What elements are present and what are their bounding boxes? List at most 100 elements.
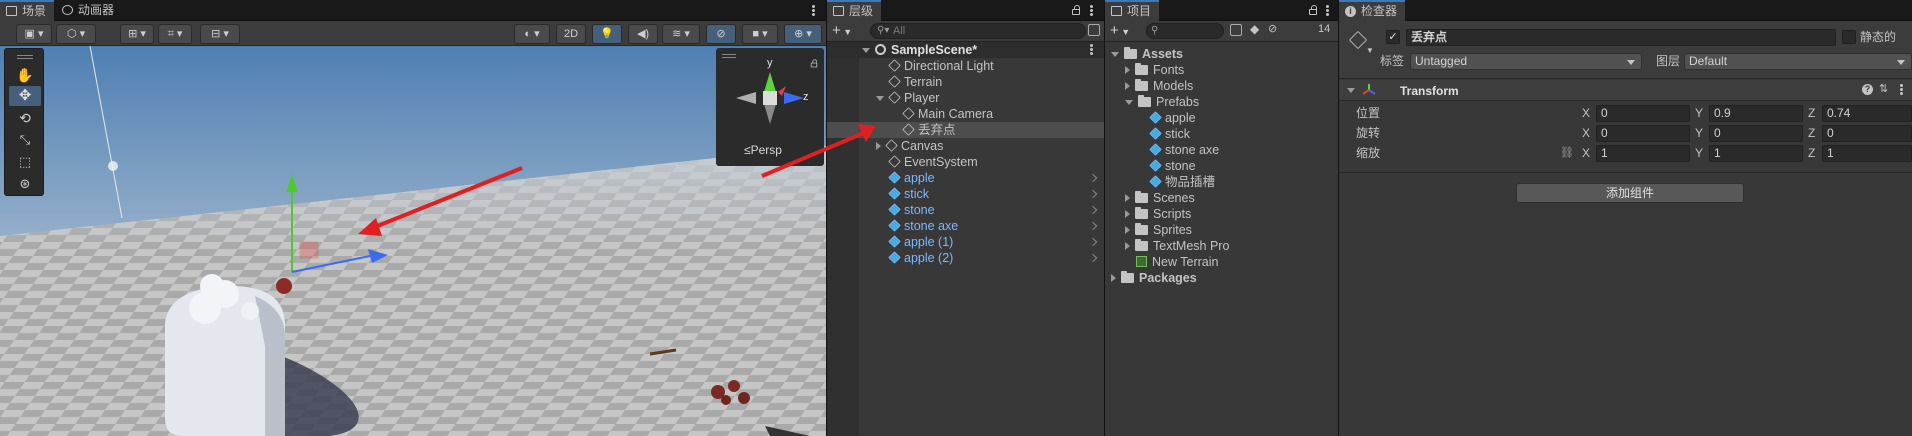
expand-icon[interactable] xyxy=(1125,100,1133,105)
transform-expand-icon[interactable] xyxy=(1347,88,1355,93)
hierarchy-prefab-item[interactable]: apple (2) xyxy=(888,250,953,266)
scale-y-label[interactable]: Y xyxy=(1695,145,1703,161)
project-prefab[interactable]: stone axe xyxy=(1149,142,1219,158)
draw-mode-button[interactable]: ▣ ▾ xyxy=(16,24,52,44)
tool-strip-handle[interactable] xyxy=(17,55,33,59)
hierarchy-prefab-item[interactable]: stick xyxy=(888,186,929,202)
hand-tool-icon[interactable]: ✋ xyxy=(12,65,38,85)
lighting-button[interactable]: 💡 xyxy=(592,24,622,44)
rotation-y-field[interactable]: 0 xyxy=(1709,125,1803,142)
hierarchy-search-input[interactable]: ⚲▾ All xyxy=(870,23,1086,39)
tab-project[interactable]: 项目 xyxy=(1105,0,1160,21)
hidden-packages-icon[interactable]: ⊘ xyxy=(1268,22,1277,35)
position-y-label[interactable]: Y xyxy=(1695,105,1703,121)
position-x-field[interactable]: 0 xyxy=(1596,105,1690,122)
hierarchy-prefab-item[interactable]: apple (1) xyxy=(888,234,953,250)
tab-inspector[interactable]: i 检查器 xyxy=(1339,0,1406,21)
active-checkbox[interactable]: ✓ xyxy=(1386,30,1400,44)
hierarchy-prefab-item[interactable]: stone axe xyxy=(888,218,958,234)
help-icon[interactable]: ? xyxy=(1862,84,1873,95)
scene-row-menu-icon[interactable] xyxy=(1090,44,1093,55)
scale-x-label[interactable]: X xyxy=(1582,145,1590,161)
render-mode-button[interactable]: ⬡ ▾ xyxy=(56,24,96,44)
position-x-label[interactable]: X xyxy=(1582,105,1590,121)
project-folder[interactable]: Scenes xyxy=(1125,190,1195,206)
expand-icon[interactable] xyxy=(1125,66,1130,74)
transform-menu-icon[interactable] xyxy=(1900,84,1903,95)
shading-button[interactable]: ◐ ▾ xyxy=(514,24,550,44)
static-checkbox[interactable] xyxy=(1842,30,1856,44)
hierarchy-add-button[interactable]: + ▼ xyxy=(832,22,858,40)
project-folder[interactable]: Prefabs xyxy=(1125,94,1199,110)
object-name-field[interactable]: 丢弃点 xyxy=(1406,29,1836,46)
tag-dropdown[interactable]: Untagged xyxy=(1410,53,1642,70)
rect-tool-icon[interactable]: ⬚ xyxy=(12,152,38,172)
project-lock-icon[interactable] xyxy=(1309,5,1317,15)
audio-button[interactable]: ◀) xyxy=(628,24,658,44)
align-button[interactable]: ⊟ ▾ xyxy=(200,24,240,44)
tab-animator[interactable]: 动画器 xyxy=(56,0,122,21)
rotation-z-label[interactable]: Z xyxy=(1808,125,1815,141)
transform-tool-icon[interactable]: ⊛ xyxy=(12,174,38,194)
position-z-label[interactable]: Z xyxy=(1808,105,1815,121)
search-by-label-icon[interactable]: ◆ xyxy=(1250,22,1259,36)
hierarchy-item[interactable]: Terrain xyxy=(888,74,942,90)
hierarchy-prefab-item[interactable]: apple xyxy=(888,170,935,186)
project-prefab[interactable]: stick xyxy=(1149,126,1190,142)
project-folder[interactable]: TextMesh Pro xyxy=(1125,238,1229,254)
rotate-tool-icon[interactable]: ⟲ xyxy=(12,108,38,128)
project-search-input[interactable]: ⚲ xyxy=(1146,23,1224,39)
project-folder[interactable]: Scripts xyxy=(1125,206,1191,222)
constrain-proportions-icon[interactable]: ⛓ xyxy=(1560,146,1574,159)
project-folder[interactable]: Packages xyxy=(1111,270,1197,286)
hierarchy-item[interactable]: EventSystem xyxy=(888,154,978,170)
scene-viewport[interactable]: ✋ ✥ ⟲ ⤡ ⬚ ⊛ y z ≤Persp xyxy=(0,46,826,436)
scene-expand-icon[interactable] xyxy=(862,48,870,53)
project-asset[interactable]: New Terrain xyxy=(1136,254,1218,270)
hierarchy-filter-icon[interactable] xyxy=(1088,24,1100,36)
expand-icon[interactable] xyxy=(1111,274,1116,282)
toggle-2d-button[interactable]: 2D xyxy=(556,24,586,44)
position-y-field[interactable]: 0.9 xyxy=(1709,105,1803,122)
expand-icon[interactable] xyxy=(1125,242,1130,250)
search-by-type-icon[interactable] xyxy=(1230,24,1242,36)
camera-button[interactable]: ■ ▾ xyxy=(742,24,778,44)
gameobject-icon-dropdown[interactable]: ▼ xyxy=(1366,46,1374,55)
hierarchy-item[interactable]: Main Camera xyxy=(902,106,993,122)
rotation-y-label[interactable]: Y xyxy=(1695,125,1703,141)
project-prefab[interactable]: 物品插槽 xyxy=(1149,174,1215,190)
hierarchy-menu-icon[interactable] xyxy=(1090,5,1093,16)
tab-hierarchy[interactable]: 层级 xyxy=(827,0,882,21)
project-add-button[interactable]: + ▼ xyxy=(1110,22,1136,40)
project-prefab[interactable]: apple xyxy=(1149,110,1196,126)
project-folder[interactable]: Fonts xyxy=(1125,62,1184,78)
hierarchy-item[interactable]: Directional Light xyxy=(888,58,994,74)
scale-z-field[interactable]: 1 xyxy=(1822,145,1912,162)
scale-z-label[interactable]: Z xyxy=(1808,145,1815,161)
rotation-x-label[interactable]: X xyxy=(1582,125,1590,141)
add-component-button[interactable]: 添加组件 xyxy=(1516,183,1744,203)
project-menu-icon[interactable] xyxy=(1326,5,1329,16)
position-z-field[interactable]: 0.74 xyxy=(1822,105,1912,122)
move-tool-icon[interactable]: ✥ xyxy=(9,86,41,106)
expand-icon[interactable] xyxy=(1125,210,1130,218)
expand-icon[interactable] xyxy=(1125,226,1130,234)
tab-scene[interactable]: 场景 xyxy=(0,0,55,21)
preset-icon[interactable]: ⇅ xyxy=(1879,82,1888,95)
gizmos-button[interactable]: ⊕ ▾ xyxy=(784,24,822,44)
rotation-z-field[interactable]: 0 xyxy=(1822,125,1912,142)
layer-dropdown[interactable]: Default xyxy=(1684,53,1912,70)
scale-tool-icon[interactable]: ⤡ xyxy=(12,130,38,150)
expand-icon[interactable] xyxy=(1125,82,1130,90)
hierarchy-lock-icon[interactable] xyxy=(1072,5,1080,15)
hierarchy-item[interactable]: Canvas xyxy=(876,138,943,154)
scene-root[interactable]: SampleScene* xyxy=(862,42,977,58)
increment-snap-button[interactable]: ⌗ ▾ xyxy=(158,24,192,44)
scale-y-field[interactable]: 1 xyxy=(1709,145,1803,162)
project-folder[interactable]: Assets xyxy=(1111,46,1183,62)
hierarchy-prefab-item[interactable]: stone xyxy=(888,202,935,218)
project-folder[interactable]: Models xyxy=(1125,78,1193,94)
hierarchy-item[interactable]: 丢弃点 xyxy=(902,122,956,138)
project-folder[interactable]: Sprites xyxy=(1125,222,1192,238)
scale-x-field[interactable]: 1 xyxy=(1596,145,1690,162)
